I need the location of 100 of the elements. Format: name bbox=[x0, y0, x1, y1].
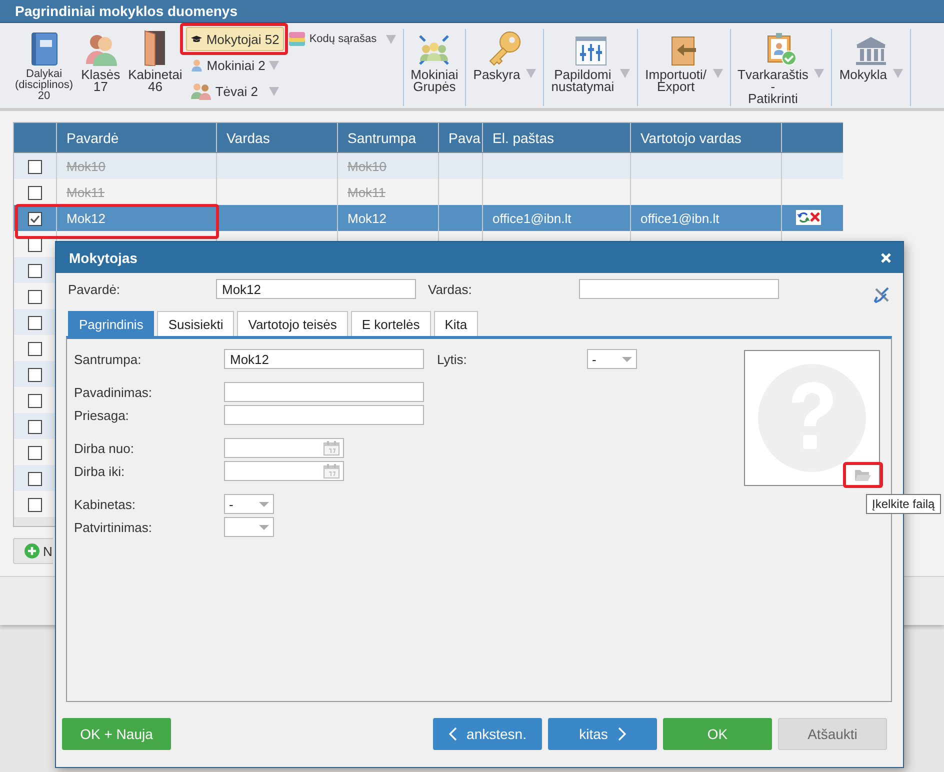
date-field[interactable] bbox=[224, 438, 344, 458]
checkbox[interactable] bbox=[28, 290, 42, 304]
toolbar-button[interactable]: Paskyra bbox=[469, 29, 540, 82]
table-cell: Mok11 bbox=[66, 184, 105, 200]
sync-icon[interactable] bbox=[796, 210, 810, 224]
dialog-title: Mokytojas bbox=[69, 250, 138, 266]
column-header[interactable]: Pavardė bbox=[56, 123, 216, 152]
plus-icon bbox=[24, 543, 40, 559]
field-label: Patvirtinimas: bbox=[74, 520, 154, 534]
tab[interactable]: E kortelės bbox=[350, 311, 431, 336]
field-label: Kabinetas: bbox=[74, 496, 136, 512]
toolbar-button[interactable]: Papildomi nustatymai bbox=[547, 29, 634, 94]
toolbar-button[interactable]: Mokykla bbox=[835, 29, 908, 82]
import-icon bbox=[670, 36, 697, 66]
table-cell: Mok10 bbox=[66, 158, 106, 174]
checkbox[interactable] bbox=[28, 316, 42, 330]
delete-icon[interactable] bbox=[810, 210, 820, 224]
checkbox[interactable] bbox=[28, 446, 42, 460]
input-field[interactable]: Mok12 bbox=[224, 349, 424, 369]
column-header[interactable]: Vardas bbox=[216, 123, 337, 152]
select-field[interactable]: - bbox=[224, 494, 274, 514]
dialog-button[interactable]: Atšaukti bbox=[778, 718, 887, 750]
upload-button[interactable] bbox=[843, 462, 883, 488]
column-header[interactable]: El. paštas bbox=[482, 123, 630, 152]
toolbar-button[interactable]: Kodų sąrašas bbox=[284, 29, 400, 49]
column-header[interactable]: Pava bbox=[438, 123, 482, 152]
field-label: Priesaga: bbox=[74, 408, 130, 422]
table-cell: Mok12 bbox=[348, 210, 387, 226]
select-field[interactable]: - bbox=[587, 349, 637, 369]
field-label: Dirba nuo: bbox=[74, 440, 135, 456]
chevron-icon bbox=[448, 727, 457, 741]
checkbox[interactable] bbox=[28, 394, 42, 408]
caret-icon bbox=[269, 86, 280, 96]
tab[interactable]: Pagrindinis bbox=[68, 311, 154, 336]
date-field[interactable] bbox=[224, 461, 344, 481]
toolbar-button[interactable]: Mokiniai 2 bbox=[186, 53, 284, 77]
question-icon bbox=[757, 363, 867, 473]
group-icon bbox=[417, 34, 452, 66]
close-icon[interactable] bbox=[881, 252, 891, 262]
toolbar-button[interactable]: Tvarkaraštis - Patikrinti bbox=[734, 29, 828, 106]
graduation-cap-icon bbox=[191, 33, 202, 45]
table-cell: Mok10 bbox=[348, 158, 387, 174]
tab[interactable]: Vartotojo teisės bbox=[237, 311, 348, 336]
table-cell: Mok12 bbox=[66, 210, 106, 226]
toolbar-button[interactable]: Importuoti/ Export bbox=[641, 29, 727, 94]
input-field[interactable] bbox=[224, 382, 424, 402]
table-cell: Mok11 bbox=[348, 184, 386, 200]
caret-icon bbox=[269, 60, 280, 70]
family-icon bbox=[191, 82, 212, 100]
field-label: Santrumpa: bbox=[74, 352, 142, 366]
caret-icon bbox=[386, 34, 396, 44]
sliders-icon bbox=[574, 36, 607, 66]
folder-icon bbox=[854, 468, 872, 482]
caret-icon bbox=[712, 69, 723, 78]
input-field[interactable]: Mok12 bbox=[216, 279, 416, 299]
tab[interactable]: Kita bbox=[434, 311, 478, 336]
caret-icon bbox=[526, 69, 536, 78]
checkbox[interactable] bbox=[28, 420, 42, 434]
window-title: Pagrindiniai mokyklos duomenys bbox=[14, 2, 239, 19]
column-header[interactable]: Santrumpa bbox=[337, 123, 438, 152]
toolbar-button[interactable]: Klasės 17 bbox=[77, 29, 124, 94]
toolbar-button[interactable]: Tėvai 2 bbox=[186, 79, 284, 103]
checkbox[interactable] bbox=[28, 368, 42, 382]
field-label: Dirba iki: bbox=[74, 464, 126, 478]
dialog-button[interactable]: kitas bbox=[548, 718, 657, 750]
calendar-icon bbox=[323, 463, 340, 479]
checkbox[interactable] bbox=[28, 264, 42, 278]
select-field[interactable] bbox=[224, 517, 274, 537]
checkbox[interactable] bbox=[28, 160, 42, 174]
people-icon bbox=[84, 32, 118, 66]
table-cell: office1@ibn.lt bbox=[492, 210, 572, 226]
field-label: Pavadinimas: bbox=[74, 384, 154, 400]
dialog-button[interactable]: ankstesn. bbox=[433, 718, 542, 750]
field-label: Pavardė: bbox=[68, 282, 122, 296]
field-label: Vardas: bbox=[428, 282, 473, 296]
toolbar-button[interactable]: Dalykai (disciplinos) 20 bbox=[11, 29, 78, 103]
checkbox[interactable] bbox=[28, 342, 42, 356]
tab[interactable]: Susisiekti bbox=[157, 311, 234, 336]
caret-icon bbox=[893, 69, 904, 78]
checkbox[interactable] bbox=[28, 472, 42, 486]
bank-building-icon bbox=[855, 36, 888, 66]
caret-icon bbox=[620, 69, 630, 78]
checkbox[interactable] bbox=[28, 212, 42, 226]
toolbar-button[interactable]: Kabinetai 46 bbox=[124, 29, 186, 94]
field-label: Lytis: bbox=[437, 352, 468, 366]
calendar-icon bbox=[323, 440, 340, 456]
input-field[interactable] bbox=[579, 279, 779, 299]
caret-icon bbox=[814, 69, 824, 78]
checkbox[interactable] bbox=[28, 186, 42, 200]
layers-icon bbox=[288, 31, 306, 47]
column-header[interactable]: Vartotojo vardas bbox=[630, 123, 781, 152]
chevron-icon bbox=[618, 727, 626, 741]
toolbar-button[interactable]: Mokiniai Grupės bbox=[406, 29, 462, 94]
clipboard-check-icon bbox=[766, 32, 796, 66]
input-field[interactable] bbox=[224, 405, 424, 425]
add-button[interactable]: N bbox=[13, 538, 54, 564]
table-cell: office1@ibn.lt bbox=[640, 210, 720, 226]
settings-icon[interactable] bbox=[874, 287, 890, 303]
book-icon bbox=[29, 32, 60, 66]
checkbox[interactable] bbox=[28, 498, 42, 512]
